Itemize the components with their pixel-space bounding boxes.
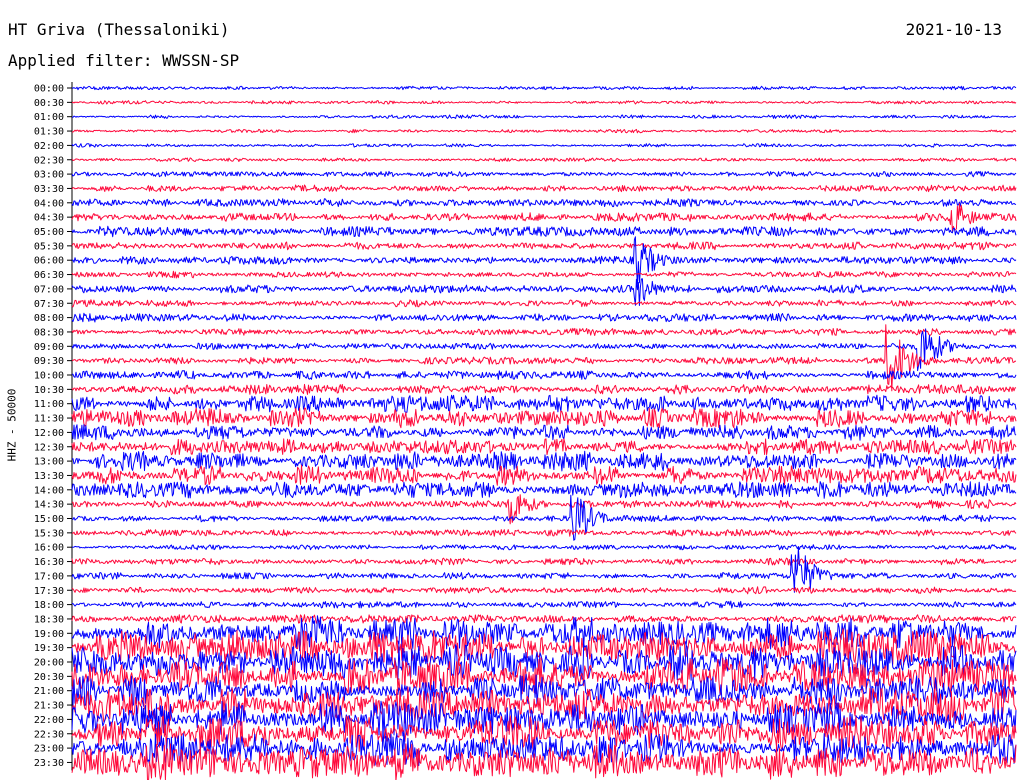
row-time-label: 08:30	[34, 327, 64, 338]
row-time-label: 20:30	[34, 672, 64, 683]
trace-row-0130	[72, 128, 1017, 134]
row-time-label: 10:30	[34, 385, 64, 396]
trace-row-1530	[71, 529, 1017, 537]
row-time-label: 17:30	[34, 586, 64, 597]
trace-row-0800	[71, 312, 1017, 323]
row-time-label: 15:30	[34, 528, 64, 539]
row-time-label: 07:00	[34, 284, 64, 295]
row-time-label: 22:00	[34, 715, 64, 726]
trace-row-0230	[71, 157, 1017, 162]
row-time-label: 19:30	[34, 643, 64, 654]
trace-row-0930	[71, 324, 1017, 392]
row-time-label: 05:30	[34, 241, 64, 252]
row-time-label: 00:00	[34, 84, 64, 95]
row-time-label: 16:00	[34, 543, 64, 554]
trace-row-1830	[71, 614, 1017, 624]
trace-row-0400	[71, 198, 1017, 208]
trace-row-1200	[71, 424, 1017, 441]
row-time-label: 15:00	[34, 514, 64, 525]
row-time-label: 12:30	[34, 442, 64, 453]
row-time-label: 16:30	[34, 557, 64, 568]
row-time-label: 06:30	[34, 270, 64, 281]
row-time-label: 03:30	[34, 184, 64, 195]
trace-row-1100	[71, 394, 1017, 413]
row-time-label: 04:30	[34, 213, 64, 224]
row-time-label: 01:30	[34, 127, 64, 138]
row-time-label: 09:00	[34, 342, 64, 353]
row-time-label: 23:00	[34, 744, 64, 755]
row-time-label: 13:00	[34, 457, 64, 468]
row-time-label: 00:30	[34, 98, 64, 109]
trace-row-0700	[71, 278, 1017, 306]
trace-row-0830	[71, 327, 1017, 336]
row-time-label: 10:00	[34, 371, 64, 382]
row-time-label: 17:00	[34, 571, 64, 582]
row-time-label: 09:30	[34, 356, 64, 367]
trace-row-1400	[71, 481, 1017, 499]
row-time-label: 08:00	[34, 313, 64, 324]
trace-row-0600	[71, 236, 1017, 285]
row-time-label: 07:30	[34, 299, 64, 310]
row-time-label: 04:00	[34, 198, 64, 209]
row-time-label: 23:30	[34, 758, 64, 769]
trace-row-1600	[71, 544, 1017, 551]
trace-row-0730	[71, 299, 1017, 308]
trace-row-0100	[72, 114, 1017, 119]
trace-row-1700	[71, 547, 1017, 593]
trace-row-0300	[71, 170, 1017, 178]
trace-row-0430	[71, 203, 1017, 232]
trace-row-0530	[71, 241, 1017, 251]
trace-row-0900	[71, 328, 1017, 372]
row-time-label: 21:30	[34, 701, 64, 712]
trace-row-1300	[71, 450, 1017, 472]
trace-row-1800	[72, 600, 1017, 609]
trace-row-1130	[71, 407, 1017, 429]
row-time-label: 21:00	[34, 686, 64, 697]
trace-row-1730	[71, 586, 1017, 595]
row-time-label: 14:30	[34, 500, 64, 511]
row-time-label: 12:00	[34, 428, 64, 439]
trace-row-0200	[71, 143, 1017, 148]
row-time-label: 13:30	[34, 471, 64, 482]
trace-row-1030	[71, 383, 1017, 395]
trace-row-0630	[71, 270, 1017, 279]
row-time-label: 02:30	[34, 155, 64, 166]
helicorder-plot: 00:00 00:30 01:00 01:30 02:00 02:30 03:00 03:30…	[34, 82, 1017, 780]
trace-row-0030	[71, 100, 1017, 105]
row-time-label: 02:00	[34, 141, 64, 152]
trace-row-1230	[71, 438, 1017, 456]
trace-row-0000	[71, 85, 1017, 91]
trace-row-1630	[71, 557, 1017, 566]
trace-row-0500	[71, 225, 1017, 238]
row-time-label: 18:00	[34, 600, 64, 611]
row-time-label: 11:00	[34, 399, 64, 410]
row-time-label: 14:00	[34, 485, 64, 496]
trace-row-1000	[71, 370, 1017, 380]
trace-row-0330	[71, 184, 1017, 193]
row-time-label: 05:00	[34, 227, 64, 238]
row-time-label: 03:00	[34, 170, 64, 181]
row-time-label: 20:00	[34, 658, 64, 669]
row-time-label: 11:30	[34, 414, 64, 425]
row-time-label: 19:00	[34, 629, 64, 640]
row-time-label: 06:00	[34, 256, 64, 267]
row-time-label: 01:00	[34, 112, 64, 123]
row-time-label: 22:30	[34, 729, 64, 740]
row-time-label: 18:30	[34, 614, 64, 625]
